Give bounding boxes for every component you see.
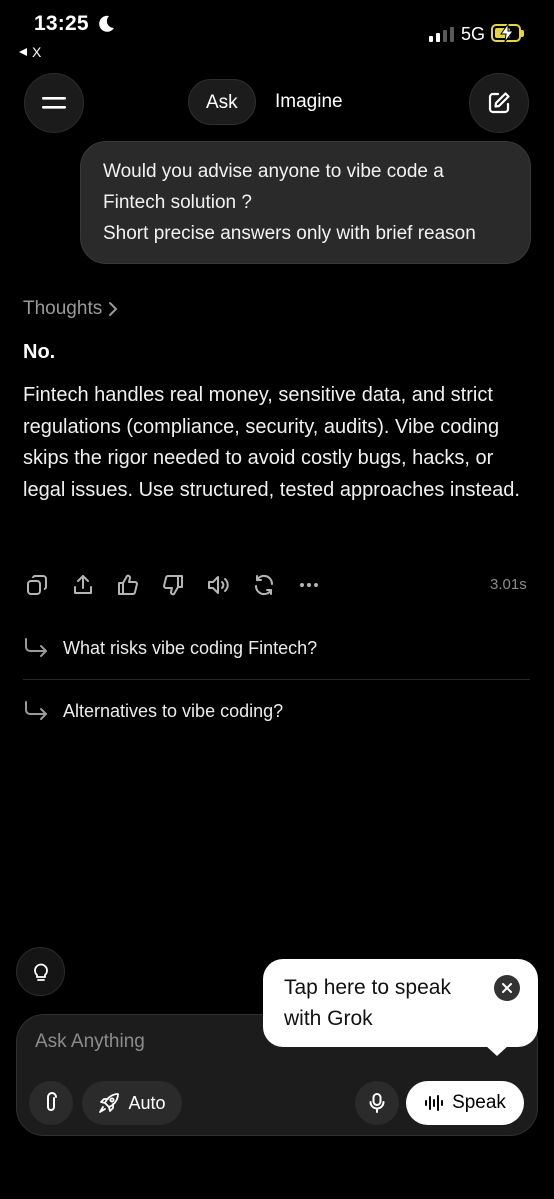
suggestion-item[interactable]: What risks vibe coding Fintech? xyxy=(23,617,530,680)
auto-mode-label: Auto xyxy=(128,1092,166,1113)
answer-title: No. xyxy=(23,341,56,363)
answer-body: Fintech handles real money, sensitive da… xyxy=(23,384,520,501)
waveform-icon xyxy=(424,1094,444,1112)
close-tooltip-button[interactable] xyxy=(494,975,520,1001)
reply-arrow-icon xyxy=(23,700,49,722)
speak-button[interactable]: Speak xyxy=(406,1081,524,1125)
paperclip-icon xyxy=(42,1092,60,1114)
chevron-right-icon xyxy=(108,301,118,317)
tooltip-text: Tap here to speak with Grok xyxy=(284,976,451,1030)
thoughts-label: Thoughts xyxy=(23,298,103,319)
tooltip-tail xyxy=(485,1045,509,1056)
menu-button[interactable] xyxy=(24,73,84,133)
network-label: 5G xyxy=(461,24,486,44)
lightbulb-icon xyxy=(31,961,51,983)
close-icon xyxy=(501,982,513,994)
signal-icon xyxy=(429,27,454,42)
thumbs-down-icon[interactable] xyxy=(161,573,185,597)
rocket-icon xyxy=(98,1092,120,1114)
user-message-line: Short precise answers only with brief re… xyxy=(103,223,476,244)
speak-label: Speak xyxy=(452,1092,506,1113)
share-icon[interactable] xyxy=(71,573,95,597)
suggestion-label: Alternatives to vibe coding? xyxy=(63,700,284,721)
auto-mode-button[interactable]: Auto xyxy=(82,1081,182,1125)
ask-input[interactable]: Ask Anything xyxy=(35,1031,145,1053)
back-to-app[interactable]: X xyxy=(18,44,41,60)
user-message-line: Fintech solution ? xyxy=(103,192,252,213)
back-arrow-icon xyxy=(18,47,28,57)
reply-arrow-icon xyxy=(23,637,49,659)
tab-ask[interactable]: Ask xyxy=(188,79,256,125)
back-app-label: X xyxy=(32,44,42,60)
user-message-bubble: Would you advise anyone to vibe code a F… xyxy=(80,141,531,264)
attach-button[interactable] xyxy=(29,1081,73,1125)
status-time: 13:25 xyxy=(34,12,89,35)
read-aloud-icon[interactable] xyxy=(206,573,230,597)
user-message-line: Would you advise anyone to vibe code a xyxy=(103,161,444,182)
suggestion-label: What risks vibe coding Fintech? xyxy=(63,637,318,658)
new-chat-icon xyxy=(486,90,512,116)
ideas-button[interactable] xyxy=(16,947,65,996)
speak-tooltip: Tap here to speak with Grok xyxy=(263,959,538,1056)
microphone-icon xyxy=(369,1092,385,1114)
regenerate-icon[interactable] xyxy=(252,573,276,597)
more-icon[interactable] xyxy=(297,573,321,597)
thoughts-toggle[interactable]: Thoughts xyxy=(23,298,118,320)
suggestion-item[interactable]: Alternatives to vibe coding? xyxy=(23,680,530,742)
battery-charging-icon xyxy=(491,24,524,42)
copy-icon[interactable] xyxy=(25,573,49,597)
thumbs-up-icon[interactable] xyxy=(116,573,140,597)
response-time: 3.01s xyxy=(490,576,527,593)
menu-icon xyxy=(41,95,67,111)
microphone-button[interactable] xyxy=(355,1081,399,1125)
moon-icon xyxy=(96,14,116,34)
tab-imagine[interactable]: Imagine xyxy=(258,79,360,125)
new-chat-button[interactable] xyxy=(469,73,529,133)
